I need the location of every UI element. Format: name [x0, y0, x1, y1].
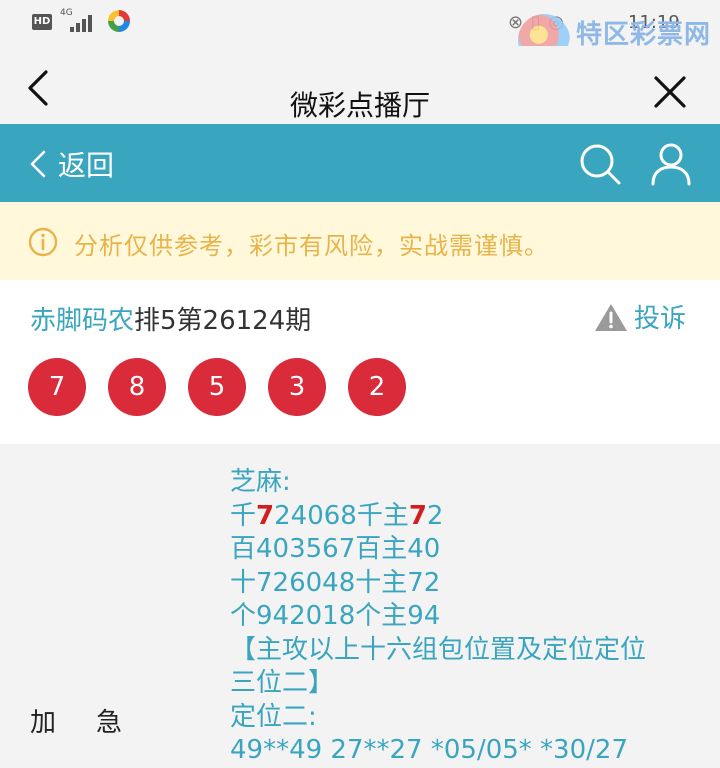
post-line-text: 千 — [230, 500, 257, 531]
post-line: 百403567百主40 — [230, 533, 710, 567]
post-line: 芝麻: — [230, 466, 710, 500]
warning-icon — [595, 303, 627, 331]
signal-icon — [70, 14, 96, 32]
report-label: 投诉 — [634, 304, 687, 334]
search-button[interactable] — [578, 142, 622, 186]
post-line-text: 个942018个主94 — [230, 601, 441, 631]
title-bar: 微彩点播厅 — [0, 46, 720, 124]
post-line-text: 2 — [426, 500, 444, 531]
side-label: 加急 — [30, 708, 163, 738]
post-line: 定位二: — [230, 701, 710, 735]
info-icon — [28, 227, 58, 257]
user-button[interactable] — [650, 142, 692, 186]
close-icon — [654, 76, 686, 108]
close-button[interactable] — [650, 72, 690, 112]
issue-card: 赤脚码农排5第26124期 投诉 78532 — [0, 280, 720, 444]
post-line-text: 芝麻: — [230, 467, 291, 497]
notice-text: 分析仅供参考，彩市有风险，实战需谨慎。 — [74, 232, 549, 260]
status-bar: HD 4G ⊗ ▯ ◎ 11:19 — [0, 0, 720, 46]
draw-number-list: 78532 — [28, 358, 428, 416]
post-text: 芝麻: 千724068千主72 百403567百主40 十726048十主72 个942… — [230, 466, 710, 768]
hd-indicator: HD — [32, 14, 52, 30]
post-line-text: 十726048十主72 — [230, 567, 441, 598]
draw-number-ball: 5 — [188, 358, 246, 416]
draw-number-ball: 2 — [348, 358, 406, 416]
post-line-text: 24068千主 — [274, 500, 409, 531]
post-line: 49**49 27**27 *05/05* *30/27 — [230, 734, 710, 768]
highlighted-digit: 7 — [256, 500, 275, 531]
post-line: 三位二】 — [230, 667, 710, 701]
post-line: 十726048十主72 — [230, 567, 710, 601]
nav-back-button[interactable]: 返回 — [28, 144, 114, 184]
author-name[interactable]: 赤脚码农 — [30, 306, 134, 336]
post-line: 个942018个主94 — [230, 600, 710, 634]
post-line: 【主攻以上十六组包位置及定位定位 — [230, 634, 710, 668]
post-line-text: 百403567百主40 — [230, 534, 441, 564]
app-notification-icon — [108, 10, 130, 32]
post-line-text: 49**49 27**27 *05/05* *30/27 — [230, 735, 628, 765]
navigation-bar: 返回 — [0, 124, 720, 202]
draw-number-ball: 8 — [108, 358, 166, 416]
status-icons: ⊗ ▯ ◎ — [508, 12, 566, 33]
highlighted-digit: 7 — [408, 500, 427, 531]
report-button[interactable]: 投诉 — [594, 298, 686, 335]
issue-period: 排5第26124期 — [134, 306, 312, 336]
user-icon — [651, 143, 691, 186]
draw-number-ball: 7 — [28, 358, 86, 416]
draw-number-ball: 3 — [268, 358, 326, 416]
post-content-area: 加急 芝麻: 千724068千主72 百403567百主40 十726048十主72 个… — [0, 444, 720, 765]
post-line-text: 定位二: — [230, 701, 317, 732]
chevron-left-icon — [30, 150, 46, 178]
post-line-text: 三位二】 — [230, 668, 335, 698]
post-line-text: 【主攻以上十六组包位置及定位定位 — [230, 634, 647, 665]
page-title: 微彩点播厅 — [289, 89, 430, 122]
issue-heading: 赤脚码农排5第26124期 — [30, 300, 311, 337]
risk-notice: 分析仅供参考，彩市有风险，实战需谨慎。 — [0, 202, 720, 280]
nav-back-label: 返回 — [58, 149, 115, 182]
clock: 11:19 — [628, 12, 680, 33]
post-line: 千724068千主72 — [230, 500, 710, 534]
search-icon — [580, 144, 621, 185]
